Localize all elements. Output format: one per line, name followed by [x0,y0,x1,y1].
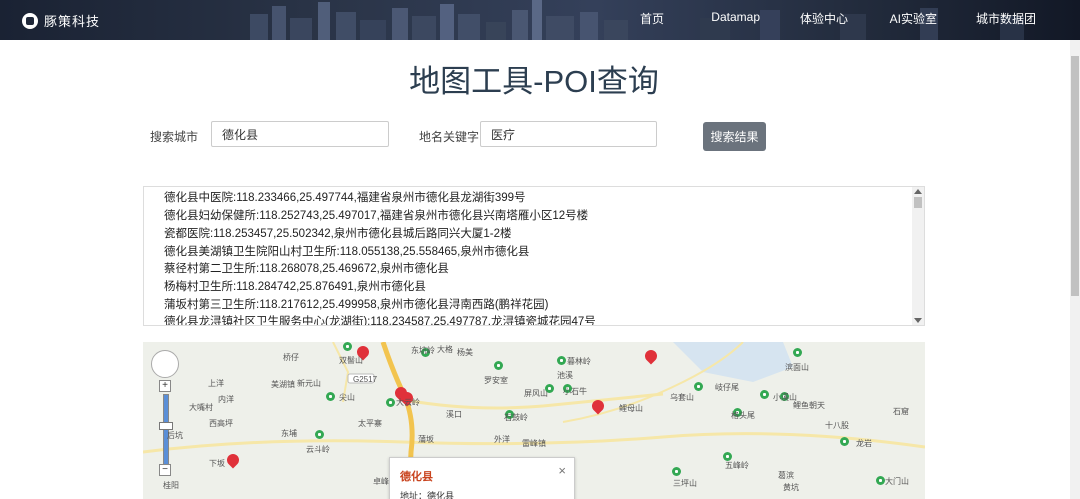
map-place-label: 东埔 [281,429,297,438]
scenic-spot-icon [760,390,769,399]
map-place-label: 雷峰镇 [522,439,546,448]
map-place-label: 龙岩 [856,439,872,448]
map-place-label: 小石牛 [563,387,587,396]
nav-item-city-data-group[interactable]: 城市数据团 [976,10,1036,27]
map-place-label: 鲤母山 [619,404,643,413]
city-label: 搜索城市 [150,130,199,144]
map-place-label: 石窟 [893,407,909,416]
nav-item-home[interactable]: 首页 [640,10,664,27]
map-place-label: 双髻山 [339,356,363,365]
map-place-label: 黄坑 [783,483,799,492]
close-icon[interactable]: × [558,463,566,478]
brand-name: 豚策科技 [44,14,101,29]
map-place-label: 桥仔 [283,353,299,362]
zoom-out-button[interactable]: − [159,464,171,476]
scenic-spot-icon [343,342,352,351]
map-place-label: 溪口 [446,410,462,419]
map-pan-control[interactable] [151,350,179,378]
map-place-label: 大门山 [885,477,909,486]
scenic-spot-icon [557,356,566,365]
result-row[interactable]: 蒲坂村第三卫生所:118.217612,25.499958,泉州市德化县浔南西路… [164,296,549,312]
results-scrollbar-thumb[interactable] [914,197,922,208]
map-place-label: 格头尾 [731,411,755,420]
scenic-spot-icon [315,430,324,439]
map-place-label: 鲤鱼朝天 [793,401,825,410]
map-place-label: 五峰岭 [725,461,749,470]
keyword-input[interactable] [480,121,657,147]
scenic-spot-icon [694,382,703,391]
map-place-label: 池溪 [557,371,573,380]
page-title: 地图工具-POI查询 [409,64,659,99]
map-place-label: 外洋 [494,435,510,444]
map-place-label: 尖山 [339,393,355,402]
scenic-spot-icon [672,467,681,476]
map-place-label: 新元山 [297,379,321,388]
map-place-label: 乌套山 [670,393,694,402]
result-row[interactable]: 蔡径村第二卫生所:118.268078,25.469672,泉州市德化县 [164,260,449,276]
scenic-spot-icon [326,392,335,401]
map-place-label: 蒲坂 [418,435,434,444]
map-place-label: 下坂 [209,459,225,468]
search-button[interactable]: 搜索结果 [703,122,766,151]
road-label: G2517 [353,375,378,384]
map-place-label: 大格 [437,345,453,354]
map-place-label: 西高坪 [209,419,233,428]
map-place-label: 罗安室 [484,376,508,385]
results-list[interactable]: 德化县中医院:118.233466,25.497744,福建省泉州市德化县龙湖街… [143,186,925,326]
map-place-label: 东坑岭 [411,346,435,355]
nav-item-datamap[interactable]: Datamap [711,10,760,24]
map-place-label: 云斗岭 [306,445,330,454]
result-row[interactable]: 德化县中医院:118.233466,25.497744,福建省泉州市德化县龙湖街… [164,189,526,205]
map-place-label: 杨美 [457,348,473,357]
map-place-label: 三坪山 [673,479,697,488]
map-place-label: 石鼓岭 [504,413,528,422]
map-place-label: 桂阳 [163,481,179,490]
nav-item-ai-lab[interactable]: AI实验室 [890,10,937,27]
keyword-label: 地名关键字 [419,130,480,144]
map-place-label: 屏风山 [524,389,548,398]
page-scrollbar[interactable] [1070,40,1080,499]
scenic-spot-icon [876,476,885,485]
info-window-address: 地址：德化县 [400,491,455,499]
map-info-window: 德化县 × 地址：德化县 [389,457,575,499]
map-place-label: 上洋 [208,379,224,388]
result-row[interactable]: 瓷都医院:118.253457,25.502342,泉州市德化县城后路同兴大厦1… [164,225,511,241]
brand-logo-link[interactable]: 豚策科技 [22,11,100,30]
scenic-spot-icon [494,361,503,370]
map-place-label: 滨面山 [785,363,809,372]
map-place-label: 葛滨 [778,471,794,480]
map-place-label: 内洋 [218,395,234,404]
result-row[interactable]: 德化县美湖镇卫生院阳山村卫生所:118.055138,25.558465,泉州市… [164,243,529,259]
scenic-spot-icon [793,348,802,357]
map-place-label: 卓峰 [373,477,389,486]
city-input[interactable] [211,121,389,147]
scroll-down-arrow-icon[interactable] [914,318,922,323]
page-scrollbar-thumb[interactable] [1071,56,1079,296]
brand-logo-icon [22,12,38,29]
map-place-label: 美湖镇 [271,380,295,389]
scroll-up-arrow-icon[interactable] [914,189,922,194]
results-scrollbar[interactable] [912,187,924,325]
top-navigation-bar: 豚策科技 首页 Datamap 体验中心 AI实验室 城市数据团 [0,0,1080,40]
info-window-title: 德化县 [400,471,433,483]
scenic-spot-icon [840,437,849,446]
map-place-label: 后坑 [167,431,183,440]
map-place-label: 暮林岭 [567,357,591,366]
result-row[interactable]: 德化县龙浔镇社区卫生服务中心(龙湖街):118.234587,25.497787… [164,313,596,325]
map-place-label: 十八股 [825,421,849,430]
map-view[interactable]: G2517 + − 双髻山 东坑岭 大格 桥仔 杨美 上洋 美湖镇 新元山 尖山… [143,342,925,499]
map-place-label: 大云岭 [396,398,420,407]
zoom-slider-knob[interactable] [159,422,173,430]
nav-item-experience-center[interactable]: 体验中心 [800,10,848,27]
map-place-label: 大嘴村 [189,403,213,412]
scenic-spot-icon [386,398,395,407]
result-row[interactable]: 杨梅村卫生所:118.284742,25.876491,泉州市德化县 [164,278,426,294]
zoom-in-button[interactable]: + [159,380,171,392]
map-place-label: 太平寨 [358,419,382,428]
result-row[interactable]: 德化县妇幼保健所:118.252743,25.497017,福建省泉州市德化县兴… [164,207,588,223]
map-place-label: 岐仔尾 [715,383,739,392]
